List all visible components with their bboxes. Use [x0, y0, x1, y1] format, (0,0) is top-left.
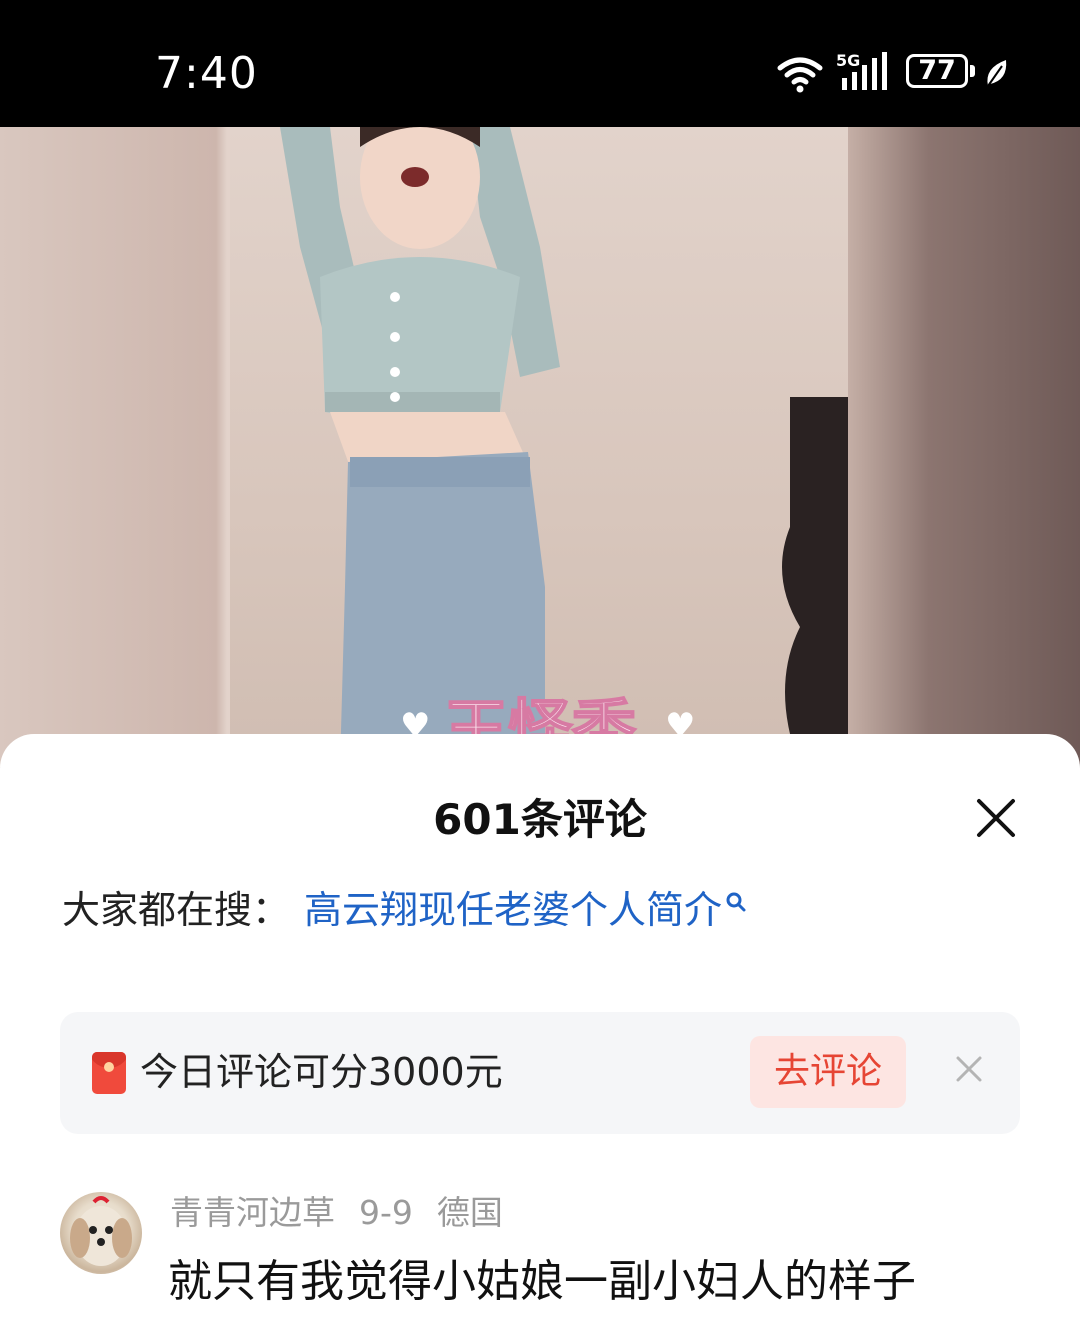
battery-nub — [970, 65, 975, 77]
hot-search: 大家都在搜： 高云翔现任老婆个人简介 — [62, 884, 748, 936]
hot-search-link[interactable]: 高云翔现任老婆个人简介 — [304, 888, 722, 932]
status-bar: 7:40 5G 77 — [0, 0, 1080, 127]
comment-item: 青青河边草 9-9 德国 就只有我觉得小姑娘一副小妇人的样子 — [0, 1190, 1080, 1320]
close-icon[interactable] — [974, 796, 1018, 840]
comment-text: 就只有我觉得小姑娘一副小妇人的样子 — [168, 1256, 916, 1307]
status-time: 7:40 — [155, 48, 258, 99]
avatar[interactable] — [60, 1192, 142, 1274]
video-player[interactable]: 王怪秃 ♥ ♥ — [0, 127, 1080, 767]
dismiss-promo-icon[interactable] — [954, 1054, 984, 1084]
comment-meta: 青青河边草 9-9 德国 — [170, 1190, 527, 1236]
comment-date: 9-9 — [359, 1193, 413, 1232]
wifi-icon — [777, 57, 823, 93]
svg-text:5G: 5G — [836, 52, 860, 70]
comments-count-title: 601条评论 — [433, 795, 647, 844]
comments-sheet: 601条评论 大家都在搜： 高云翔现任老婆个人简介 今日评论可分3000元 去评论 — [0, 734, 1080, 1320]
hot-search-label: 大家都在搜： — [62, 888, 291, 932]
go-comment-button[interactable]: 去评论 — [750, 1036, 906, 1108]
leaf-icon — [987, 60, 1007, 87]
battery-icon: 77 — [906, 54, 968, 88]
signal-icon: 5G — [836, 52, 887, 90]
comment-author[interactable]: 青青河边草 — [170, 1193, 335, 1232]
promo-text: 今日评论可分3000元 — [140, 1050, 503, 1094]
red-packet-icon — [92, 1052, 126, 1094]
promo-card: 今日评论可分3000元 去评论 — [60, 1012, 1020, 1134]
comment-location: 德国 — [436, 1193, 503, 1232]
video-thumbnail: 王怪秃 ♥ ♥ — [280, 127, 848, 767]
dog-avatar-icon — [70, 1196, 132, 1266]
search-icon — [726, 892, 746, 912]
